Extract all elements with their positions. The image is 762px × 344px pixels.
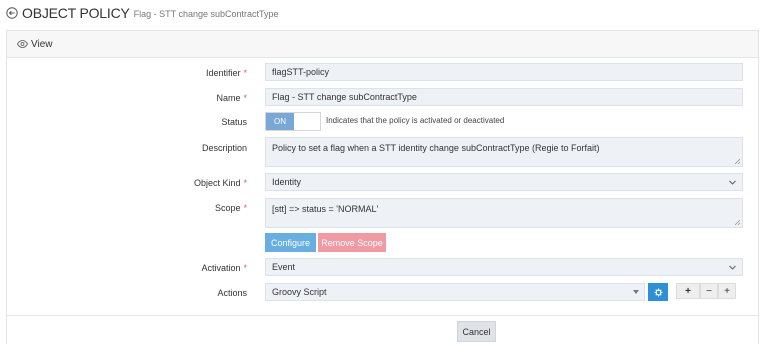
plus-icon: + — [724, 285, 730, 297]
chevron-down-icon — [729, 180, 736, 185]
object-kind-label: Object Kind * — [193, 178, 247, 188]
back-arrow-icon[interactable] — [6, 6, 20, 20]
remove-scope-button[interactable]: Remove Scope — [318, 233, 386, 252]
description-textarea[interactable]: Policy to set a flag when a STT identity… — [265, 137, 743, 167]
required-marker: * — [243, 263, 247, 273]
add-action-button[interactable]: + — [676, 283, 700, 299]
resize-handle-icon[interactable] — [734, 219, 740, 225]
action-settings-button[interactable] — [648, 283, 668, 301]
actions-select[interactable]: Groovy Script — [265, 283, 645, 301]
identifier-field[interactable]: flagSTT-policy — [265, 63, 743, 81]
plus-icon: + — [685, 285, 691, 297]
required-marker: * — [243, 203, 247, 213]
gear-icon — [654, 288, 662, 296]
cancel-button[interactable]: Cancel — [457, 321, 496, 342]
name-label: Name * — [216, 93, 247, 103]
status-toggle[interactable]: ON — [265, 112, 321, 131]
eye-icon — [17, 40, 28, 48]
chevron-down-icon — [729, 265, 736, 270]
description-value: Policy to set a flag when a STT identity… — [272, 143, 600, 153]
minus-icon: − — [706, 285, 712, 297]
page-title: OBJECT POLICY — [22, 5, 130, 21]
caret-down-icon — [633, 290, 639, 294]
panel-header: View — [7, 31, 758, 58]
page-header: OBJECT POLICY Flag - STT change subContr… — [6, 4, 279, 22]
activation-label: Activation * — [201, 263, 247, 273]
name-field[interactable]: Flag - STT change subContractType — [265, 88, 743, 106]
scope-textarea[interactable]: [stt] => status = 'NORMAL' — [265, 198, 743, 228]
description-label: Description — [201, 143, 247, 153]
required-marker: * — [243, 68, 247, 78]
footer-divider — [7, 315, 758, 316]
actions-label: Actions — [217, 288, 247, 298]
toggle-on-label: ON — [266, 113, 294, 130]
name-value: Flag - STT change subContractType — [272, 92, 417, 102]
activation-value: Event — [272, 262, 296, 272]
activation-select[interactable]: Event — [265, 258, 743, 276]
identifier-label: Identifier * — [205, 68, 247, 78]
status-hint: Indicates that the policy is activated o… — [326, 116, 505, 125]
increase-button[interactable]: + — [718, 283, 736, 299]
decrease-button[interactable]: − — [700, 283, 718, 299]
status-label: Status — [221, 117, 247, 127]
object-kind-select[interactable]: Identity — [265, 173, 743, 191]
configure-button[interactable]: Configure — [265, 233, 316, 252]
resize-handle-icon[interactable] — [734, 158, 740, 164]
page-subtitle: Flag - STT change subContractType — [133, 9, 279, 19]
identifier-value: flagSTT-policy — [272, 67, 330, 77]
actions-value: Groovy Script — [272, 287, 327, 297]
scope-label: Scope * — [214, 203, 247, 213]
panel-title: View — [31, 38, 53, 50]
required-marker: * — [243, 178, 247, 188]
required-marker: * — [243, 93, 247, 103]
scope-value: [stt] => status = 'NORMAL' — [272, 204, 379, 214]
object-kind-value: Identity — [272, 177, 302, 187]
